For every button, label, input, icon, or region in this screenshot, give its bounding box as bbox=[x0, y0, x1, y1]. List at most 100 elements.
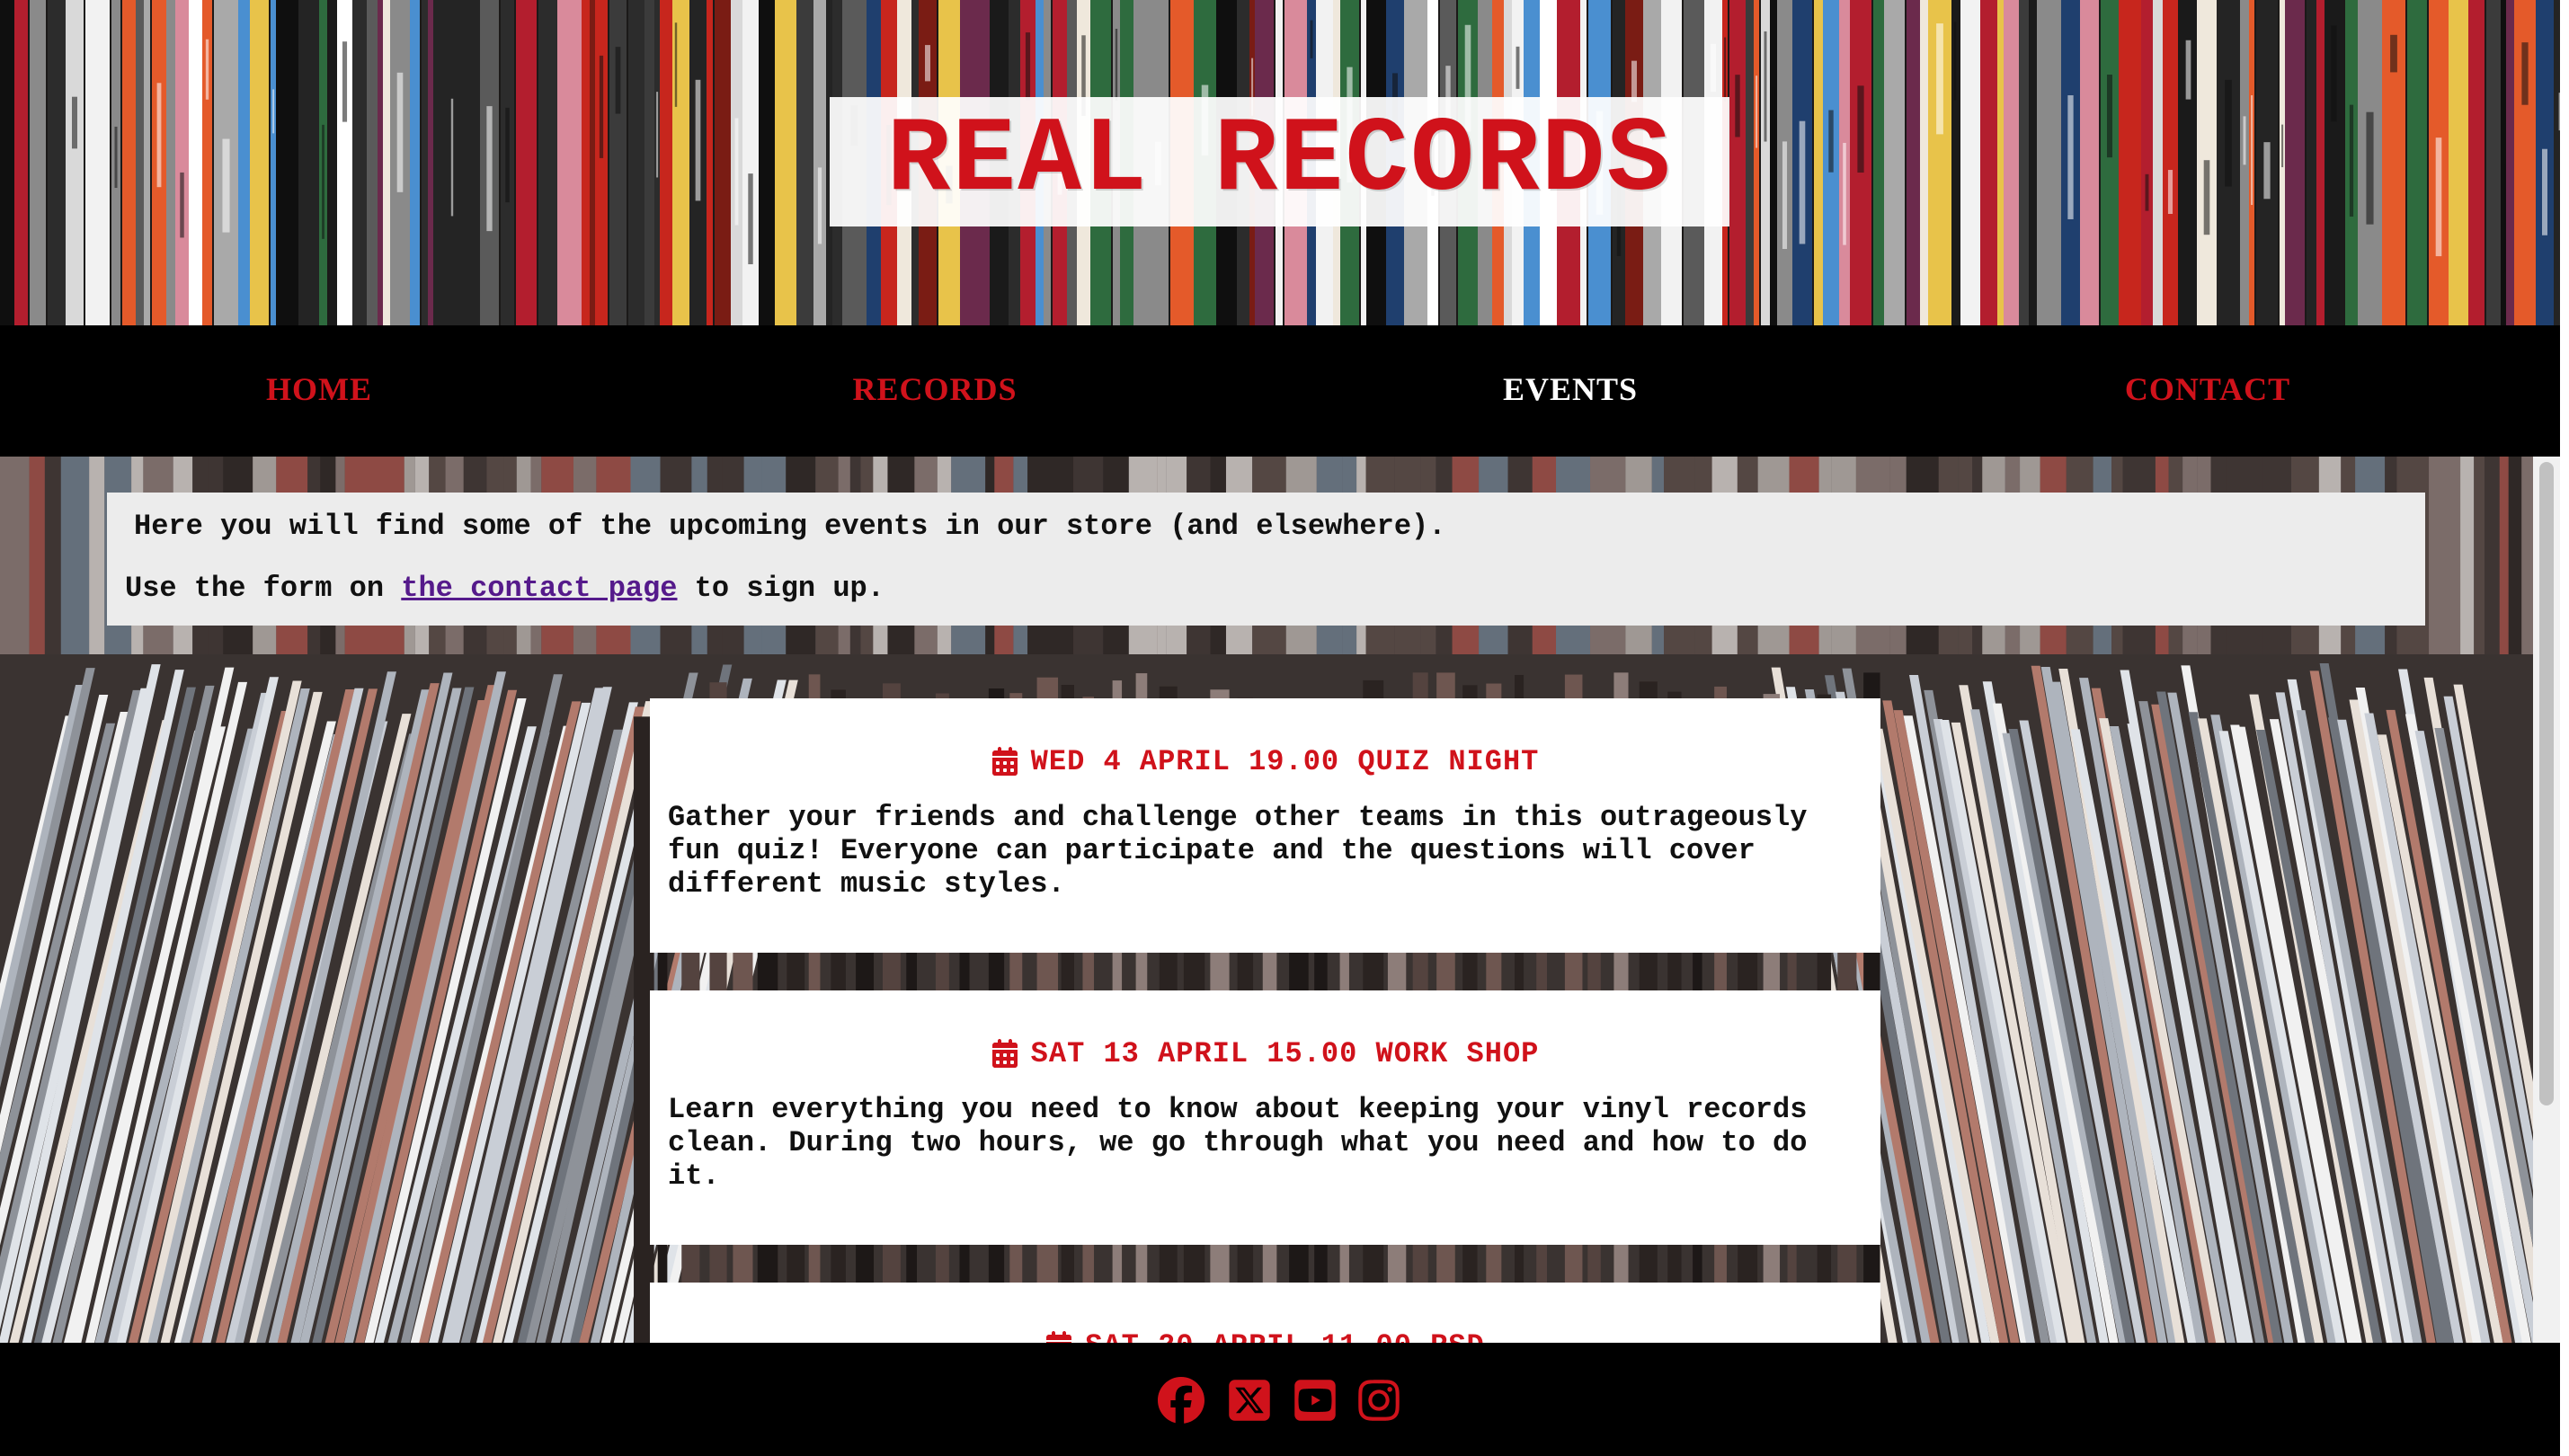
spine-lettering bbox=[817, 167, 822, 244]
spine-lettering bbox=[72, 96, 77, 149]
record-spine bbox=[628, 0, 644, 325]
distant-record bbox=[2485, 457, 2500, 654]
record-spine bbox=[1920, 0, 1928, 325]
record-spine bbox=[144, 0, 150, 325]
nav-records-link[interactable]: RECORDS bbox=[852, 370, 1017, 408]
youtube-icon[interactable] bbox=[1292, 1377, 1338, 1424]
record-spine bbox=[2307, 0, 2316, 325]
record-spine bbox=[456, 0, 480, 325]
record-spine bbox=[2285, 0, 2305, 325]
record-spine bbox=[175, 0, 189, 325]
distant-record bbox=[2474, 457, 2485, 654]
record-spine bbox=[2080, 0, 2099, 325]
spine-lettering bbox=[1936, 23, 1943, 135]
event-title-row: SAT 13 APRIL 15.00 WORK SHOP bbox=[668, 1035, 1862, 1071]
spine-lettering bbox=[1843, 142, 1846, 245]
nav-events-link[interactable]: EVENTS bbox=[1503, 370, 1638, 408]
spine-lettering bbox=[1735, 75, 1740, 138]
spine-lettering bbox=[1857, 85, 1864, 173]
record-spine bbox=[1873, 0, 1884, 325]
distant-record bbox=[2508, 457, 2522, 654]
record-spine bbox=[250, 0, 269, 325]
distant-record bbox=[44, 457, 61, 654]
nav-contact-link[interactable]: CONTACT bbox=[2125, 370, 2290, 408]
record-spine bbox=[759, 0, 775, 325]
record-spine bbox=[189, 0, 202, 325]
record-spine bbox=[742, 0, 759, 325]
contact-page-link[interactable]: the contact page bbox=[401, 572, 677, 605]
record-spine bbox=[2019, 0, 2029, 325]
spine-lettering bbox=[2107, 74, 2112, 158]
site-footer bbox=[0, 1343, 2560, 1456]
spine-lettering bbox=[450, 98, 454, 217]
nav-home-link[interactable]: HOME bbox=[266, 370, 372, 408]
spine-lettering bbox=[156, 83, 162, 188]
event-card-quiz-night: WED 4 APRIL 19.00 QUIZ NIGHT Gather your… bbox=[650, 698, 1880, 953]
spine-lettering bbox=[1115, 29, 1118, 101]
spine-lettering bbox=[2243, 116, 2246, 165]
record-spine bbox=[707, 0, 713, 325]
record-spine bbox=[2029, 0, 2037, 325]
spine-lettering bbox=[114, 126, 118, 189]
record-spine bbox=[276, 0, 298, 325]
record-spine bbox=[238, 0, 250, 325]
distant-record bbox=[89, 457, 105, 654]
record-spine bbox=[1997, 0, 2004, 325]
record-spine bbox=[410, 0, 420, 325]
record-spine bbox=[538, 0, 557, 325]
record-spine bbox=[715, 0, 731, 325]
record-spine bbox=[271, 0, 276, 325]
spine-lettering bbox=[695, 79, 701, 201]
site-title: REAL RECORDS bbox=[886, 102, 1673, 221]
spine-lettering bbox=[925, 45, 930, 82]
spine-lettering bbox=[2331, 25, 2337, 122]
page-scrollbar[interactable] bbox=[2533, 457, 2560, 1343]
record-spine bbox=[1754, 0, 1759, 325]
x-twitter-icon[interactable] bbox=[1226, 1377, 1273, 1424]
record-spine bbox=[2119, 0, 2141, 325]
scrollbar-thumb[interactable] bbox=[2539, 462, 2554, 1105]
window-edge bbox=[2560, 0, 2569, 1456]
record-spine bbox=[48, 0, 66, 325]
signup-text: Use the form on the contact page to sign… bbox=[125, 571, 2407, 607]
spine-lettering bbox=[1310, 20, 1313, 58]
facebook-icon[interactable] bbox=[1158, 1377, 1204, 1424]
event-title: SAT 20 APRIL 11.00 RSD bbox=[1085, 1329, 1484, 1344]
spine-lettering bbox=[748, 173, 753, 265]
spine-lettering bbox=[599, 55, 604, 158]
spine-lettering bbox=[1631, 60, 1637, 102]
spine-lettering bbox=[2435, 138, 2442, 257]
spine-lettering bbox=[2203, 160, 2210, 235]
calendar-icon bbox=[991, 747, 1018, 776]
record-spine bbox=[2449, 0, 2468, 325]
record-spine bbox=[298, 0, 319, 325]
record-spine bbox=[122, 0, 136, 325]
record-spine bbox=[2153, 0, 2163, 325]
record-spine bbox=[813, 0, 826, 325]
spine-lettering bbox=[2502, 164, 2505, 273]
record-spine bbox=[66, 0, 84, 325]
distant-record bbox=[2460, 457, 2475, 654]
spine-lettering bbox=[2366, 111, 2374, 225]
spine-lettering bbox=[2251, 95, 2253, 205]
spine-lettering bbox=[615, 47, 621, 114]
event-title: WED 4 APRIL 19.00 QUIZ NIGHT bbox=[1030, 744, 1540, 778]
record-spine bbox=[2004, 0, 2019, 325]
record-spine bbox=[352, 0, 367, 325]
record-spine bbox=[590, 0, 595, 325]
record-spine bbox=[557, 0, 582, 325]
spine-lettering bbox=[1953, 22, 1957, 101]
record-spine bbox=[775, 0, 796, 325]
record-spine bbox=[1814, 0, 1823, 325]
spine-lettering bbox=[1828, 110, 1834, 173]
events-main: Here you will find some of the upcoming … bbox=[0, 457, 2560, 1343]
record-spine bbox=[383, 0, 390, 325]
spine-lettering bbox=[1756, 75, 1758, 148]
record-spine bbox=[2506, 0, 2514, 325]
spine-lettering bbox=[396, 72, 404, 192]
instagram-icon[interactable] bbox=[1356, 1377, 1402, 1424]
spine-lettering bbox=[2349, 104, 2354, 217]
site-title-box: REAL RECORDS bbox=[830, 97, 1729, 226]
spine-lettering bbox=[2390, 34, 2397, 73]
record-spine bbox=[2316, 0, 2325, 325]
